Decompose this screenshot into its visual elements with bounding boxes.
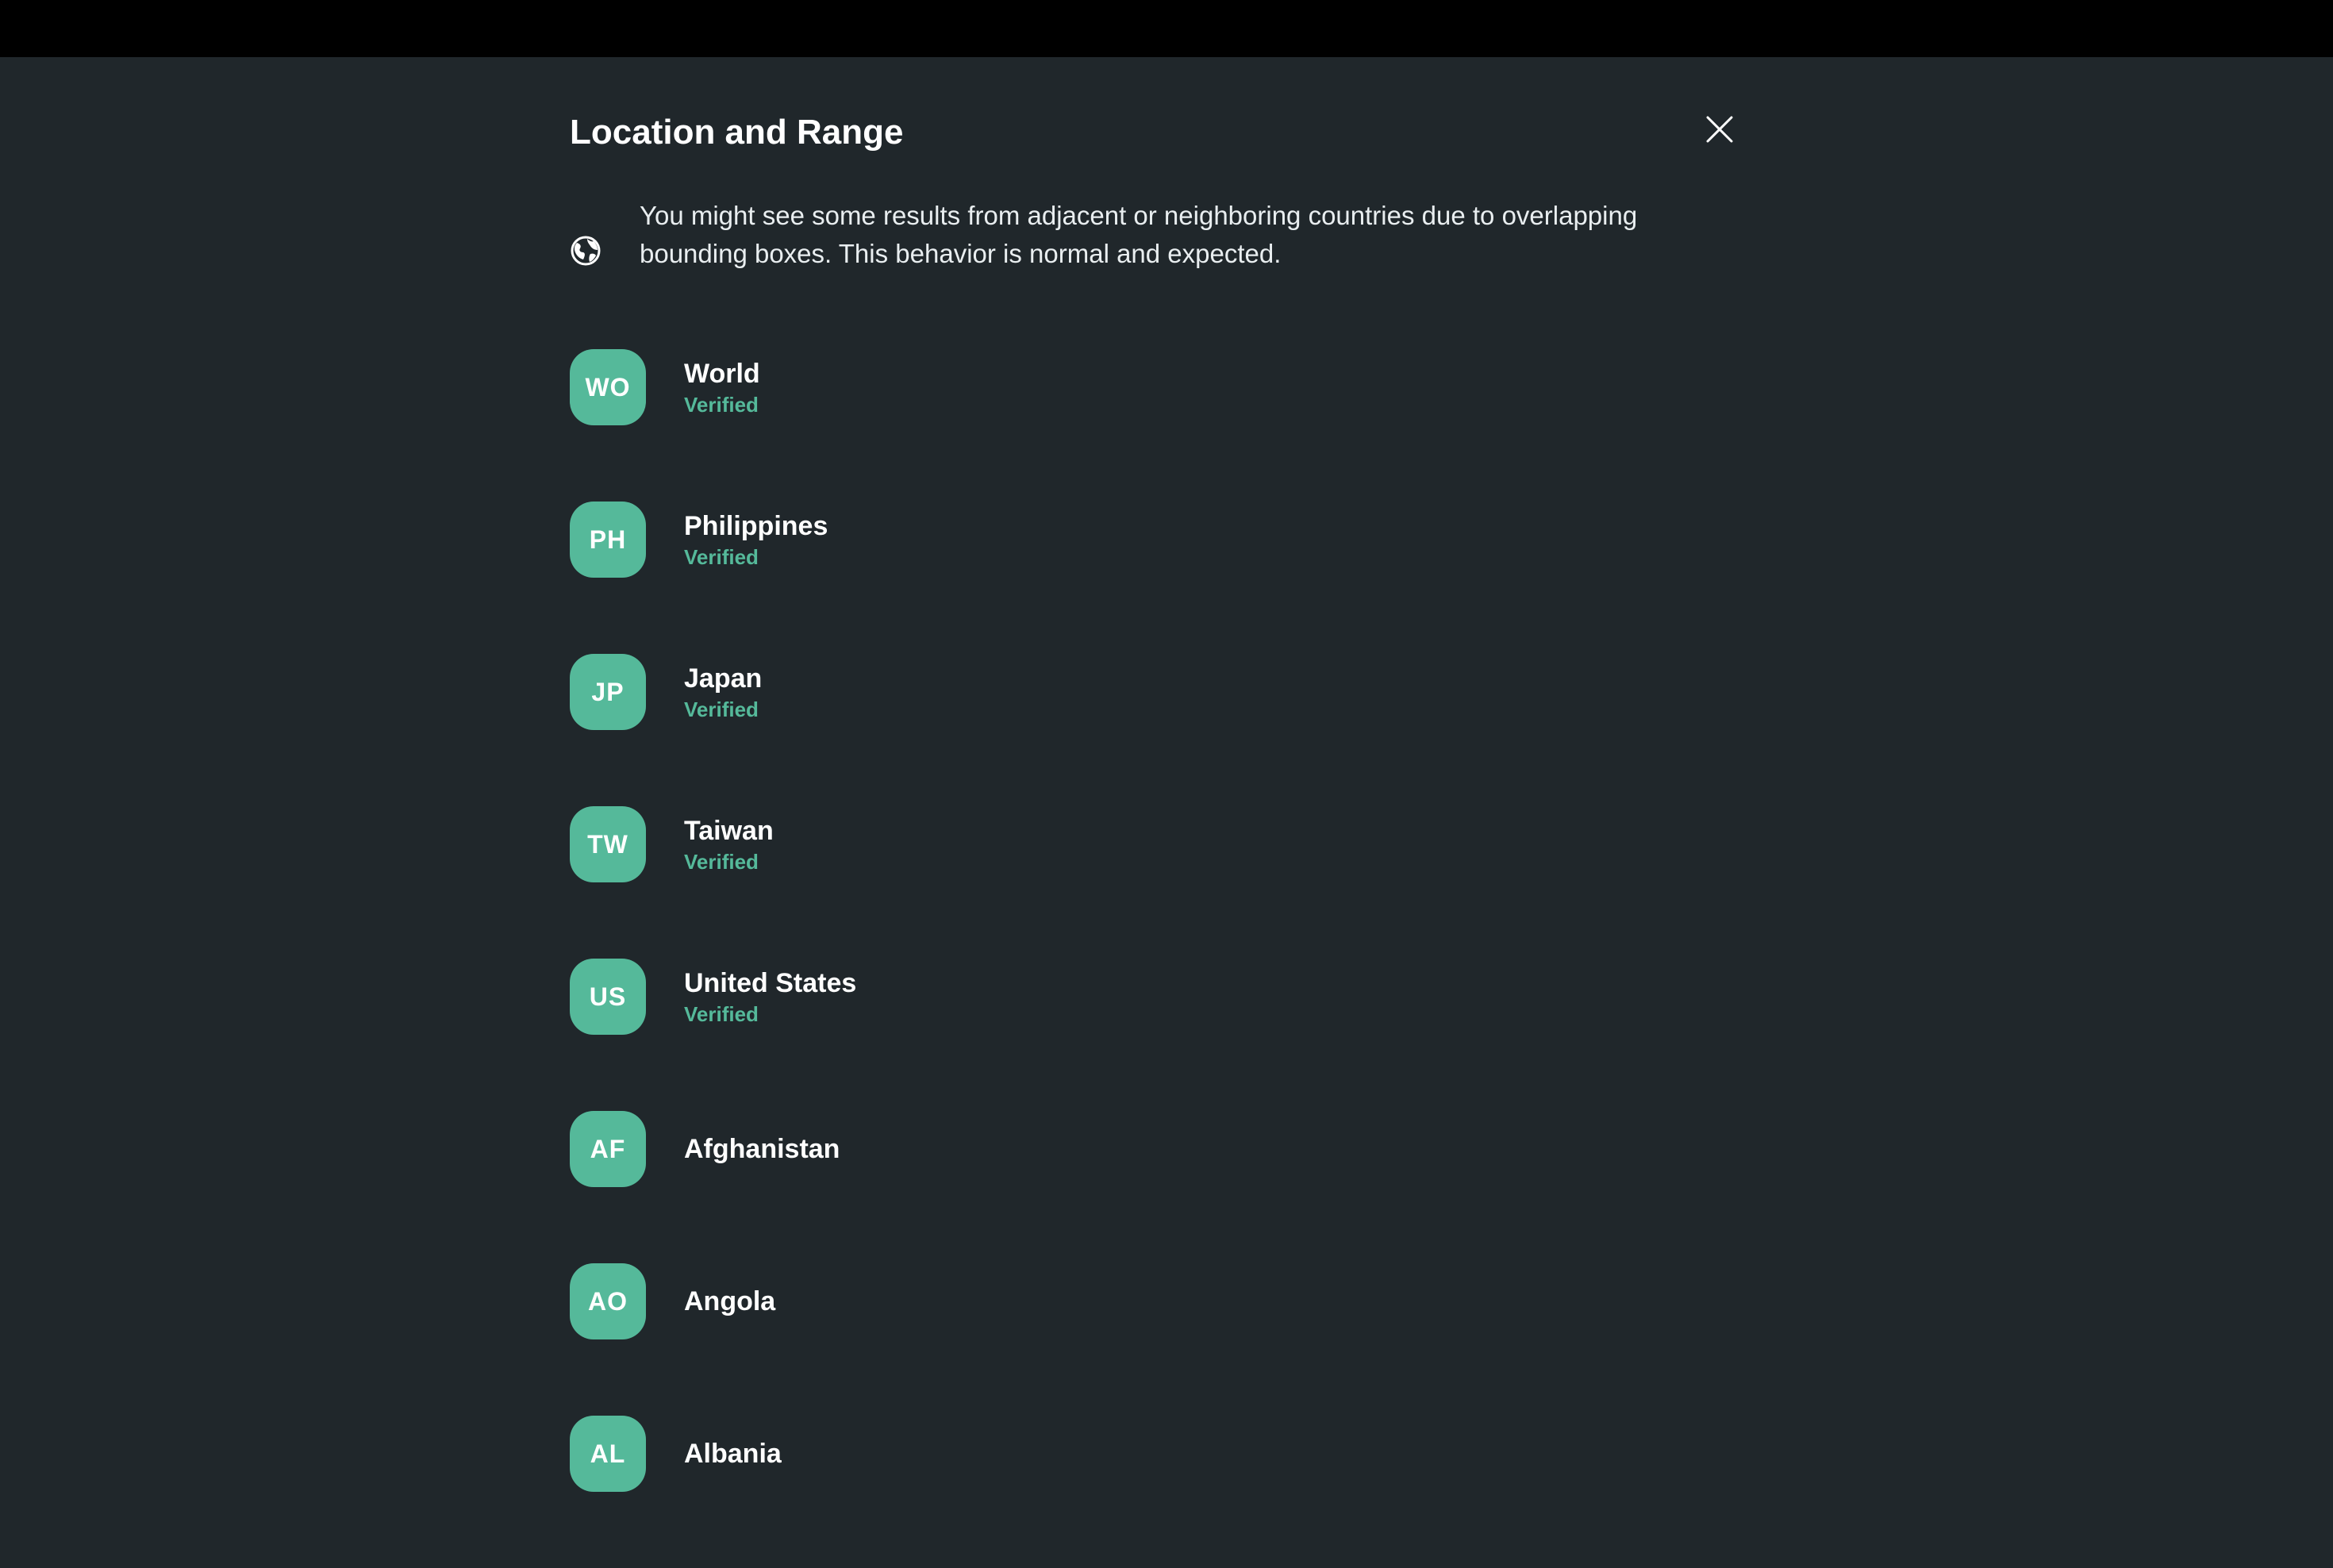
country-label-block: World Verified [684,349,760,425]
country-item-taiwan[interactable]: TW Taiwan Verified [570,806,1743,959]
country-name: Japan [684,663,763,694]
notice-text: You might see some results from adjacent… [640,201,1638,268]
country-item-world[interactable]: WO World Verified [570,349,1743,502]
verified-label: Verified [684,393,759,417]
country-code: AO [588,1286,628,1316]
country-code: PH [589,525,627,554]
verified-label: Verified [684,698,759,721]
country-item-afghanistan[interactable]: AF Afghanistan [570,1111,1743,1263]
country-name: Taiwan [684,816,774,846]
country-code: TW [587,829,628,859]
notice-box: You might see some results from adjacent… [570,197,1743,284]
country-badge: TW [570,806,646,882]
country-item-angola[interactable]: AO Angola [570,1263,1743,1416]
country-badge: JP [570,654,646,730]
close-icon [1706,116,1733,143]
country-code: JP [591,677,625,706]
close-button[interactable] [1700,110,1739,149]
country-code: WO [585,372,631,402]
country-label-block: Afghanistan [684,1111,840,1187]
country-name: Afghanistan [684,1134,840,1164]
country-code: US [589,982,627,1011]
country-badge: PH [570,502,646,578]
country-name: World [684,359,760,389]
country-badge: AF [570,1111,646,1187]
country-name: Albania [684,1439,782,1469]
country-label-block: Japan Verified [684,654,762,730]
country-badge: AL [570,1416,646,1492]
country-badge: AO [570,1263,646,1339]
country-badge: US [570,959,646,1035]
country-code: AL [590,1439,626,1468]
country-label-block: Albania [684,1416,782,1492]
country-label-block: Philippines Verified [684,502,828,578]
top-bar [0,0,2333,57]
country-badge: WO [570,349,646,425]
country-list: WO World Verified PH Philippines Verifie… [570,349,1743,1568]
country-item-japan[interactable]: JP Japan Verified [570,654,1743,806]
verified-label: Verified [684,850,759,874]
globe-icon [571,236,601,266]
country-name: Angola [684,1286,776,1316]
country-label-block: Taiwan Verified [684,806,774,882]
verified-label: Verified [684,545,759,569]
country-item-united-states[interactable]: US United States Verified [570,959,1743,1111]
dialog-title: Location and Range [570,113,904,152]
country-name: United States [684,968,857,998]
country-label-block: United States Verified [684,959,856,1035]
country-item-philippines[interactable]: PH Philippines Verified [570,502,1743,654]
country-name: Philippines [684,511,828,541]
country-label-block: Angola [684,1263,775,1339]
location-range-dialog: Location and Range You might see some re… [570,57,1743,1517]
country-code: AF [590,1134,626,1163]
country-item-albania[interactable]: AL Albania [570,1416,1743,1568]
verified-label: Verified [684,1002,759,1026]
